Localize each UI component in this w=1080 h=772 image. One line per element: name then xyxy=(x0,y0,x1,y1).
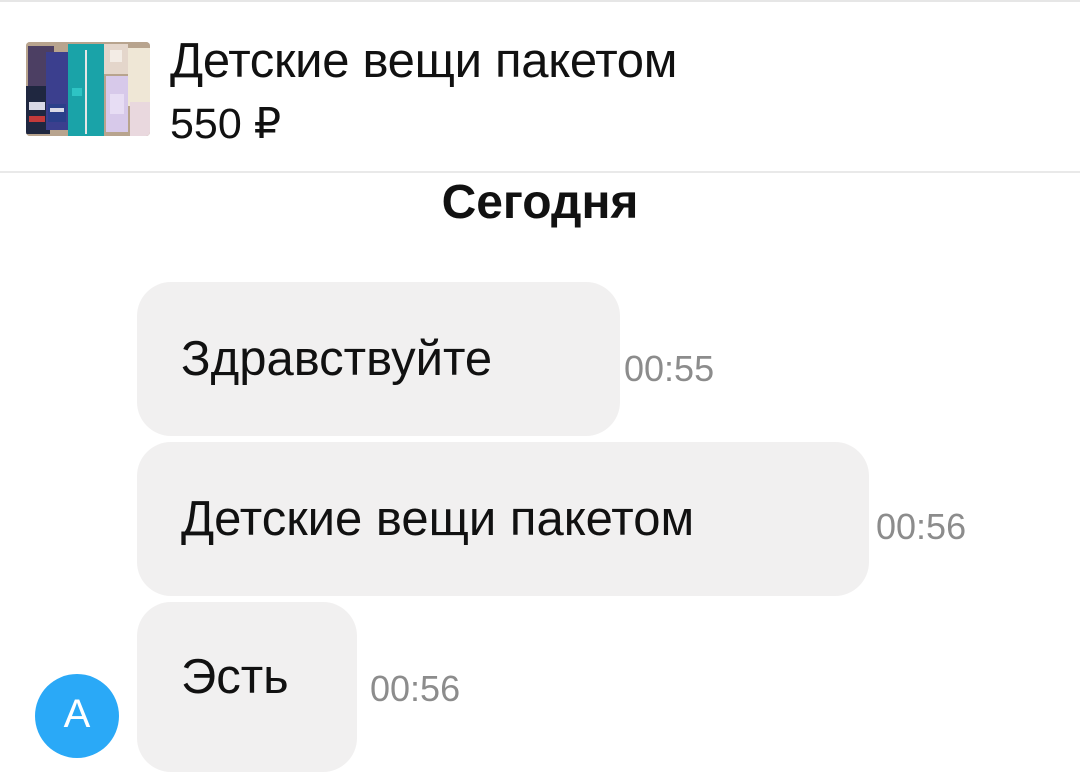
message-timestamp: 00:55 xyxy=(624,348,715,389)
listing-header[interactable]: Детские вещи пакетом 550 ₽ xyxy=(0,2,1080,173)
message-text: Здравствуйте xyxy=(181,332,493,386)
sender-avatar[interactable]: A xyxy=(35,674,119,758)
message-timestamp: 00:56 xyxy=(370,668,461,709)
listing-thumbnail[interactable] xyxy=(26,42,150,136)
message-timestamp: 00:56 xyxy=(876,506,967,547)
message-bubble[interactable]: Детские вещи пакетом xyxy=(137,442,869,596)
message-bubble[interactable]: Здравствуйте xyxy=(137,282,620,436)
listing-title[interactable]: Детские вещи пакетом xyxy=(170,34,677,88)
message-bubble[interactable]: Эсть xyxy=(137,602,357,772)
message-text: Детские вещи пакетом xyxy=(181,492,695,546)
listing-price: 550 ₽ xyxy=(170,100,282,148)
clothes-bundle-photo-icon xyxy=(26,42,150,136)
message-text: Эсть xyxy=(181,650,289,704)
date-divider: Сегодня xyxy=(441,176,639,229)
